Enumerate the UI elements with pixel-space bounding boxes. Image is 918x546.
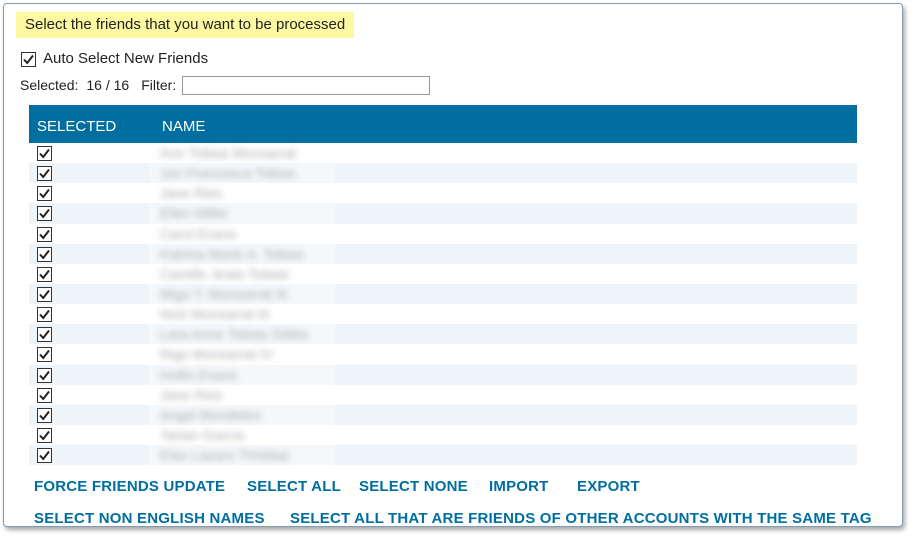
- row-selected-checkbox[interactable]: [37, 427, 52, 443]
- table-row[interactable]: Carol Evans: [29, 224, 857, 244]
- row-selected-checkbox[interactable]: [37, 246, 52, 262]
- table-row[interactable]: Jane Ries: [29, 183, 857, 203]
- force-friends-update-link[interactable]: FORCE FRIENDS UPDATE: [34, 478, 225, 495]
- friend-name: Migo T. Monsarrat III: [160, 285, 288, 302]
- checkmark-icon: [39, 189, 50, 199]
- friend-name: Rigo Monsarrat IV: [160, 346, 273, 363]
- row-selected-checkbox[interactable]: [37, 186, 52, 202]
- friends-grid-header: SELECTED NAME: [29, 105, 857, 143]
- row-selected-checkbox[interactable]: [37, 266, 52, 282]
- friend-name: Carol Evans: [160, 225, 237, 242]
- friend-name: Hollis Evans: [160, 366, 238, 383]
- row-selected-checkbox[interactable]: [37, 367, 52, 383]
- friend-name: Lara Anne Tobias Gibbs: [160, 326, 309, 343]
- friend-name: Angel Mondeleri: [160, 406, 262, 423]
- checkmark-icon: [39, 169, 50, 179]
- table-row[interactable]: Katrina Marie A. Tobias: [29, 243, 857, 264]
- table-row[interactable]: Nick Monsarrat III: [29, 304, 857, 324]
- auto-select-label: Auto Select New Friends: [43, 49, 209, 67]
- table-row[interactable]: Ann Tobias Monsarrat: [29, 143, 857, 163]
- checkmark-icon: [39, 148, 50, 159]
- selected-count: 16 / 16: [86, 77, 130, 93]
- column-header-selected[interactable]: SELECTED: [37, 118, 116, 135]
- friend-name: Tartan Garcia: [160, 426, 245, 443]
- friend-name: Elan Lazaro Trinidad: [160, 447, 289, 464]
- table-row[interactable]: Hollis Evans: [29, 364, 857, 385]
- table-row[interactable]: Camille Jirato Tobias: [29, 264, 857, 284]
- table-row[interactable]: Lara Anne Tobias Gibbs: [29, 324, 857, 345]
- checkmark-icon: [23, 54, 34, 65]
- import-link[interactable]: IMPORT: [489, 478, 549, 495]
- select-all-link[interactable]: SELECT ALL: [247, 478, 341, 495]
- export-link[interactable]: EXPORT: [577, 478, 640, 495]
- filter-input[interactable]: [182, 75, 431, 95]
- row-selected-checkbox[interactable]: [37, 407, 52, 423]
- friend-name: Nick Monsarrat III: [160, 306, 270, 323]
- checkmark-icon: [39, 450, 50, 461]
- checkmark-icon: [39, 410, 50, 421]
- table-row[interactable]: Rigo Monsarrat IV: [29, 344, 857, 364]
- selected-label: Selected:: [20, 77, 79, 93]
- row-selected-checkbox[interactable]: [37, 146, 52, 161]
- select-non-english-names-link[interactable]: SELECT NON ENGLISH NAMES: [34, 510, 265, 527]
- table-row[interactable]: Elan Lazaro Trinidad: [29, 445, 857, 466]
- checkmark-icon: [39, 289, 50, 300]
- friend-name: Jane Ries: [160, 386, 223, 403]
- select-same-tag-friends-link[interactable]: SELECT ALL THAT ARE FRIENDS OF OTHER ACC…: [290, 510, 872, 527]
- friend-name: Jon Francesca Tobias: [160, 165, 296, 182]
- table-row[interactable]: Migo T. Monsarrat III: [29, 283, 857, 305]
- instruction-banner: Select the friends that you want to be p…: [16, 12, 355, 38]
- checkmark-icon: [39, 269, 50, 280]
- table-row[interactable]: Ellen Miller: [29, 203, 857, 224]
- column-header-name[interactable]: NAME: [162, 118, 205, 135]
- checkmark-icon: [39, 209, 50, 219]
- checkmark-icon: [39, 229, 50, 240]
- friend-name: Ellen Miller: [160, 205, 229, 222]
- checkmark-icon: [39, 430, 50, 441]
- auto-select-checkbox[interactable]: [21, 51, 36, 67]
- selection-summary: Selected: 16 / 16 Filter:: [20, 74, 431, 96]
- checkmark-icon: [39, 249, 50, 260]
- row-selected-checkbox[interactable]: [37, 327, 52, 343]
- table-row[interactable]: Jane Ries: [29, 385, 857, 405]
- table-row[interactable]: Angel Mondeleri: [29, 404, 857, 425]
- checkmark-icon: [39, 310, 50, 320]
- row-selected-checkbox[interactable]: [37, 166, 52, 182]
- row-selected-checkbox[interactable]: [37, 387, 52, 403]
- table-row[interactable]: Tartan Garcia: [29, 425, 857, 445]
- row-selected-checkbox[interactable]: [37, 448, 52, 464]
- select-none-link[interactable]: SELECT NONE: [359, 478, 468, 495]
- row-selected-checkbox[interactable]: [37, 206, 52, 222]
- friend-name: Camille Jirato Tobias: [160, 265, 289, 282]
- row-selected-checkbox[interactable]: [37, 286, 52, 302]
- friends-selection-panel: Select the friends that you want to be p…: [3, 3, 903, 527]
- filter-label: Filter:: [141, 77, 177, 93]
- friend-name: Ann Tobias Monsarrat: [160, 145, 296, 161]
- row-selected-checkbox[interactable]: [37, 307, 52, 323]
- checkmark-icon: [39, 350, 50, 360]
- checkmark-icon: [39, 330, 50, 340]
- table-row[interactable]: Jon Francesca Tobias: [29, 163, 857, 184]
- friend-name: Katrina Marie A. Tobias: [160, 245, 304, 262]
- friend-name: Jane Ries: [160, 185, 223, 202]
- row-selected-checkbox[interactable]: [37, 347, 52, 363]
- auto-select-new-friends[interactable]: Auto Select New Friends: [21, 48, 208, 68]
- row-selected-checkbox[interactable]: [37, 226, 52, 242]
- checkmark-icon: [39, 390, 50, 401]
- friends-grid-body: Ann Tobias Monsarrat Jon Francesca Tobias…: [29, 143, 857, 466]
- checkmark-icon: [39, 370, 50, 381]
